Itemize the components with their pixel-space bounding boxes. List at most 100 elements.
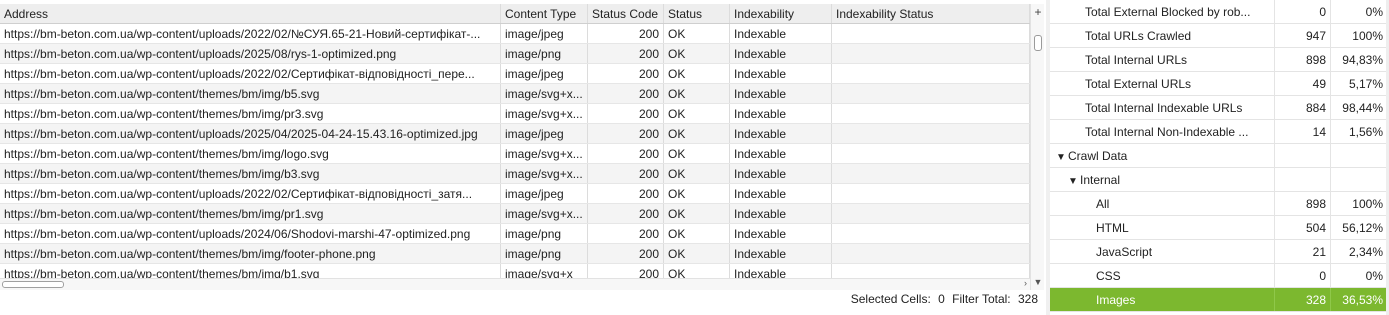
- table-row[interactable]: https://bm-beton.com.ua/wp-content/uploa…: [0, 24, 1030, 44]
- cell-content-type[interactable]: image/jpeg: [501, 64, 588, 83]
- scroll-right-icon[interactable]: ›: [1024, 278, 1027, 288]
- cell-status[interactable]: OK: [664, 144, 730, 163]
- scroll-down-icon[interactable]: ▼: [1031, 277, 1045, 287]
- cell-indexability-status[interactable]: [832, 44, 1030, 63]
- cell-indexability-status[interactable]: [832, 24, 1030, 43]
- cell-content-type[interactable]: image/png: [501, 224, 588, 243]
- cell-address[interactable]: https://bm-beton.com.ua/wp-content/theme…: [0, 104, 501, 123]
- cell-content-type[interactable]: image/jpeg: [501, 184, 588, 203]
- cell-address[interactable]: https://bm-beton.com.ua/wp-content/theme…: [0, 164, 501, 183]
- table-row[interactable]: https://bm-beton.com.ua/wp-content/uploa…: [0, 64, 1030, 84]
- cell-status-code[interactable]: 200: [588, 204, 664, 223]
- cell-content-type[interactable]: image/png: [501, 44, 588, 63]
- cell-status[interactable]: OK: [664, 264, 730, 278]
- column-header-content-type[interactable]: Content Type: [501, 4, 588, 23]
- cell-indexability[interactable]: Indexable: [730, 264, 832, 278]
- table-row[interactable]: https://bm-beton.com.ua/wp-content/theme…: [0, 264, 1030, 278]
- cell-status-code[interactable]: 200: [588, 244, 664, 263]
- table-row[interactable]: https://bm-beton.com.ua/wp-content/uploa…: [0, 124, 1030, 144]
- cell-status[interactable]: OK: [664, 104, 730, 123]
- cell-indexability-status[interactable]: [832, 184, 1030, 203]
- cell-status[interactable]: OK: [664, 64, 730, 83]
- table-row[interactable]: https://bm-beton.com.ua/wp-content/theme…: [0, 104, 1030, 124]
- expanded-triangle-icon[interactable]: ▼: [1068, 170, 1080, 191]
- cell-status-code[interactable]: 200: [588, 264, 664, 278]
- cell-indexability[interactable]: Indexable: [730, 244, 832, 263]
- overview-row[interactable]: All 898 100%: [1050, 192, 1389, 216]
- cell-status-code[interactable]: 200: [588, 164, 664, 183]
- cell-status-code[interactable]: 200: [588, 184, 664, 203]
- cell-status[interactable]: OK: [664, 224, 730, 243]
- cell-address[interactable]: https://bm-beton.com.ua/wp-content/theme…: [0, 144, 501, 163]
- table-row[interactable]: https://bm-beton.com.ua/wp-content/theme…: [0, 144, 1030, 164]
- cell-indexability-status[interactable]: [832, 144, 1030, 163]
- overview-row[interactable]: Total External URLs 49 5,17%: [1050, 72, 1389, 96]
- cell-indexability-status[interactable]: [832, 84, 1030, 103]
- overview-row[interactable]: Total Internal Non-Indexable ... 14 1,56%: [1050, 120, 1389, 144]
- cell-status-code[interactable]: 200: [588, 64, 664, 83]
- cell-indexability[interactable]: Indexable: [730, 44, 832, 63]
- cell-address[interactable]: https://bm-beton.com.ua/wp-content/uploa…: [0, 24, 501, 43]
- column-header-indexability[interactable]: Indexability: [730, 4, 832, 23]
- table-row[interactable]: https://bm-beton.com.ua/wp-content/theme…: [0, 84, 1030, 104]
- cell-content-type[interactable]: image/svg+x...: [501, 104, 588, 123]
- cell-address[interactable]: https://bm-beton.com.ua/wp-content/uploa…: [0, 124, 501, 143]
- cell-indexability[interactable]: Indexable: [730, 184, 832, 203]
- cell-indexability-status[interactable]: [832, 124, 1030, 143]
- cell-status-code[interactable]: 200: [588, 44, 664, 63]
- cell-indexability[interactable]: Indexable: [730, 124, 832, 143]
- cell-status[interactable]: OK: [664, 164, 730, 183]
- cell-content-type[interactable]: image/jpeg: [501, 24, 588, 43]
- cell-indexability-status[interactable]: [832, 244, 1030, 263]
- cell-indexability[interactable]: Indexable: [730, 164, 832, 183]
- overview-row[interactable]: ▼ Internal: [1050, 168, 1389, 192]
- cell-status-code[interactable]: 200: [588, 124, 664, 143]
- overview-row[interactable]: Images 328 36,53%: [1050, 288, 1389, 312]
- cell-content-type[interactable]: image/svg+x...: [501, 204, 588, 223]
- cell-status-code[interactable]: 200: [588, 104, 664, 123]
- overview-row[interactable]: Total External Blocked by rob... 0 0%: [1050, 0, 1389, 24]
- cell-address[interactable]: https://bm-beton.com.ua/wp-content/uploa…: [0, 44, 501, 63]
- expanded-triangle-icon[interactable]: ▼: [1056, 146, 1068, 167]
- overview-row[interactable]: CSS 0 0%: [1050, 264, 1389, 288]
- cell-indexability-status[interactable]: [832, 264, 1030, 278]
- table-row[interactable]: https://bm-beton.com.ua/wp-content/uploa…: [0, 224, 1030, 244]
- table-row[interactable]: https://bm-beton.com.ua/wp-content/uploa…: [0, 44, 1030, 64]
- add-column-icon[interactable]: +: [1031, 4, 1045, 20]
- cell-address[interactable]: https://bm-beton.com.ua/wp-content/theme…: [0, 204, 501, 223]
- cell-content-type[interactable]: image/png: [501, 244, 588, 263]
- cell-content-type[interactable]: image/svg+x...: [501, 144, 588, 163]
- cell-status-code[interactable]: 200: [588, 24, 664, 43]
- table-row[interactable]: https://bm-beton.com.ua/wp-content/theme…: [0, 164, 1030, 184]
- overview-row[interactable]: Total URLs Crawled 947 100%: [1050, 24, 1389, 48]
- vertical-scroll-thumb[interactable]: [1034, 35, 1042, 51]
- cell-indexability[interactable]: Indexable: [730, 204, 832, 223]
- overview-row[interactable]: JavaScript 21 2,34%: [1050, 240, 1389, 264]
- column-header-address[interactable]: Address: [0, 4, 501, 23]
- cell-indexability[interactable]: Indexable: [730, 24, 832, 43]
- cell-indexability[interactable]: Indexable: [730, 144, 832, 163]
- column-header-indexability-status[interactable]: Indexability Status: [832, 4, 1030, 23]
- cell-indexability-status[interactable]: [832, 164, 1030, 183]
- cell-indexability-status[interactable]: [832, 104, 1030, 123]
- vertical-scrollbar[interactable]: + ▼: [1030, 4, 1044, 290]
- cell-address[interactable]: https://bm-beton.com.ua/wp-content/uploa…: [0, 184, 501, 203]
- cell-content-type[interactable]: image/jpeg: [501, 124, 588, 143]
- horizontal-scrollbar[interactable]: ›: [0, 278, 1030, 290]
- cell-status[interactable]: OK: [664, 244, 730, 263]
- cell-address[interactable]: https://bm-beton.com.ua/wp-content/uploa…: [0, 64, 501, 83]
- cell-status-code[interactable]: 200: [588, 224, 664, 243]
- cell-status-code[interactable]: 200: [588, 84, 664, 103]
- cell-indexability-status[interactable]: [832, 204, 1030, 223]
- overview-row[interactable]: Total Internal Indexable URLs 884 98,44%: [1050, 96, 1389, 120]
- cell-address[interactable]: https://bm-beton.com.ua/wp-content/theme…: [0, 264, 501, 278]
- cell-address[interactable]: https://bm-beton.com.ua/wp-content/theme…: [0, 244, 501, 263]
- column-header-status-code[interactable]: Status Code: [588, 4, 664, 23]
- table-row[interactable]: https://bm-beton.com.ua/wp-content/theme…: [0, 244, 1030, 264]
- cell-status-code[interactable]: 200: [588, 144, 664, 163]
- cell-status[interactable]: OK: [664, 124, 730, 143]
- cell-content-type[interactable]: image/svg+x...: [501, 84, 588, 103]
- cell-status[interactable]: OK: [664, 44, 730, 63]
- cell-indexability-status[interactable]: [832, 64, 1030, 83]
- cell-status[interactable]: OK: [664, 24, 730, 43]
